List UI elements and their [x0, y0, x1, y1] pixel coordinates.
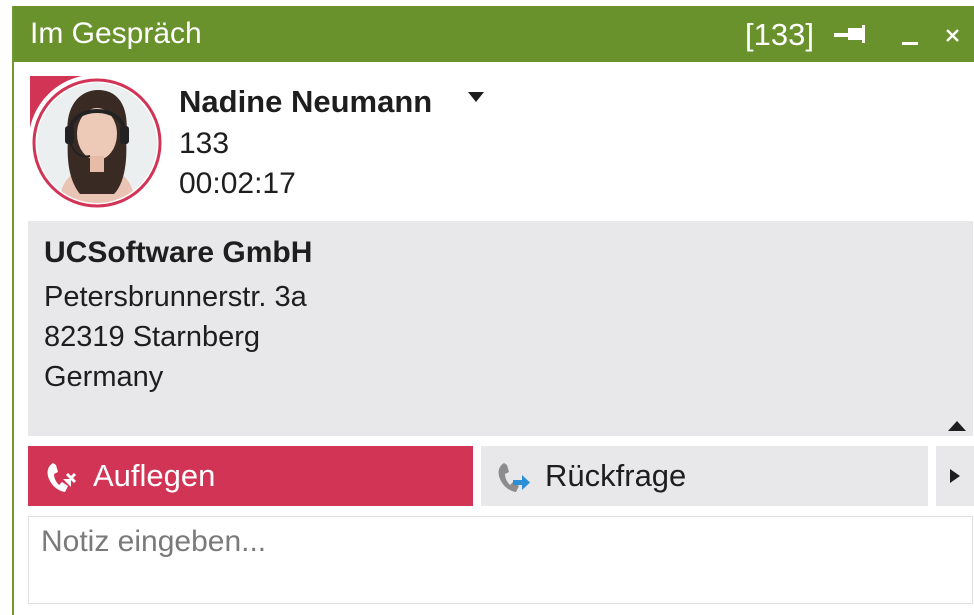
- note-input[interactable]: [28, 516, 973, 604]
- address-country: Germany: [44, 361, 164, 393]
- contact-dropdown-button[interactable]: [466, 90, 486, 104]
- collapse-panel-button[interactable]: [945, 419, 969, 433]
- call-duration: 00:02:17: [179, 167, 296, 200]
- call-window: Im Gespräch [133] Nadine Neumann 133 00:…: [12, 6, 974, 615]
- consult-button[interactable]: Rückfrage: [481, 446, 928, 506]
- extension-badge: [133]: [745, 17, 814, 52]
- address-city: 82319 Starnberg: [44, 321, 261, 353]
- caret-down-icon: [468, 92, 484, 102]
- contact-info-panel: UCSoftware GmbH Petersbrunnerstr. 3a 823…: [28, 221, 973, 436]
- company-name: UCSoftware GmbH: [44, 236, 313, 269]
- pin-icon: [834, 25, 865, 43]
- consult-label: Rückfrage: [545, 458, 687, 493]
- hangup-label: Auflegen: [93, 458, 216, 493]
- title-bar[interactable]: Im Gespräch [133]: [14, 6, 974, 62]
- contact-avatar-photo: [30, 76, 162, 208]
- contact-name: Nadine Neumann: [179, 84, 433, 119]
- hangup-phone-icon: [47, 463, 77, 492]
- window-title: Im Gespräch: [30, 17, 202, 50]
- contact-number: 133: [179, 127, 230, 160]
- contact-avatar[interactable]: [30, 76, 164, 210]
- close-button[interactable]: [938, 20, 968, 50]
- pin-button[interactable]: [834, 24, 870, 46]
- minimize-icon: [902, 42, 918, 45]
- consult-phone-icon: [498, 463, 530, 492]
- close-icon: [946, 29, 959, 42]
- minimize-button[interactable]: [896, 20, 926, 50]
- caret-right-icon: [950, 469, 960, 483]
- caret-up-icon: [948, 421, 966, 431]
- more-actions-button[interactable]: [936, 446, 974, 506]
- hangup-button[interactable]: Auflegen: [28, 446, 473, 506]
- address-street: Petersbrunnerstr. 3a: [44, 281, 307, 313]
